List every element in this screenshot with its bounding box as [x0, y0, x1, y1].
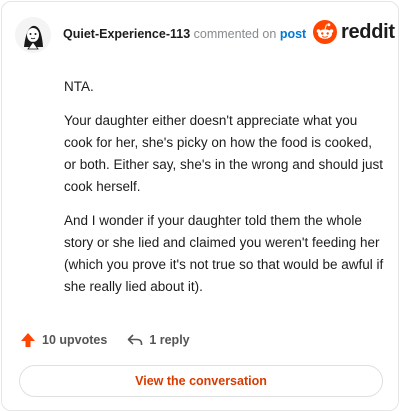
post-link[interactable]: post — [280, 27, 306, 41]
comment-header: Quiet-Experience-113 commented on post — [63, 27, 306, 41]
comment-body: NTA. Your daughter either doesn't apprec… — [64, 76, 384, 310]
comment-paragraph: And I wonder if your daughter told them … — [64, 213, 384, 294]
action-text: commented on — [193, 27, 277, 41]
reply-arrow-icon — [128, 334, 143, 345]
avatar-illustration-icon — [15, 17, 51, 53]
reddit-wordmark: reddit — [341, 20, 395, 43]
view-conversation-button[interactable]: View the conversation — [19, 365, 383, 397]
avatar[interactable] — [15, 17, 51, 53]
replies[interactable]: 1 reply — [127, 332, 190, 348]
comment-card: Quiet-Experience-113 commented on post r… — [1, 1, 399, 411]
upvote-arrow-icon — [21, 333, 35, 347]
reddit-logo[interactable]: reddit — [313, 20, 395, 44]
comment-paragraph: Your daughter either doesn't appreciate … — [64, 113, 384, 194]
upvotes-count: 10 upvotes — [42, 333, 108, 347]
comment-paragraph: NTA. — [64, 79, 94, 94]
username[interactable]: Quiet-Experience-113 — [63, 27, 190, 41]
replies-count: 1 reply — [149, 333, 190, 347]
upvotes[interactable]: 10 upvotes — [20, 332, 107, 348]
comment-footer: 10 upvotes 1 reply — [20, 332, 190, 348]
reddit-snoo-icon — [313, 20, 337, 44]
